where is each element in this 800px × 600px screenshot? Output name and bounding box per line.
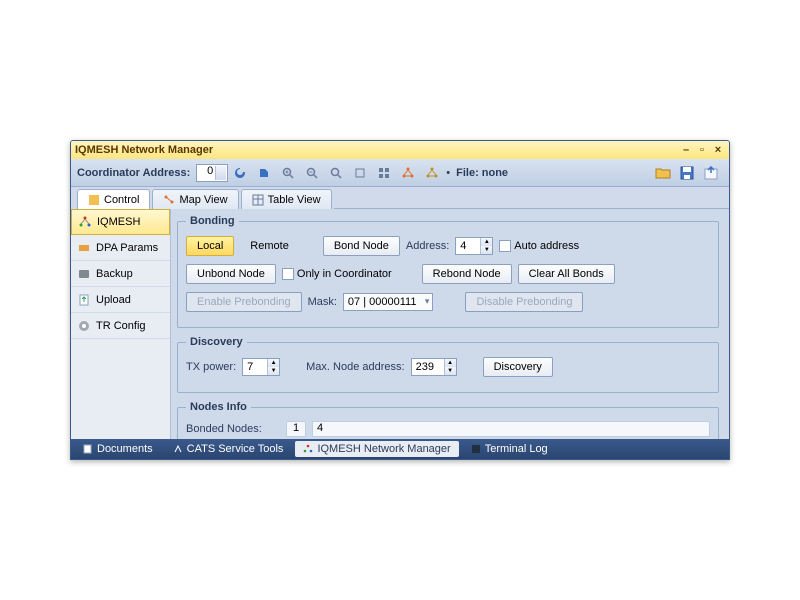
tx-power-label: TX power: [186, 361, 236, 373]
zoom-in-icon[interactable] [279, 164, 297, 182]
documents-icon [83, 444, 93, 454]
sidebar-item-tr-config[interactable]: TR Config [71, 313, 170, 339]
sidebar: IQMESH DPA Params Backup Upload TR Confi… [71, 209, 171, 439]
file-label-dot: • [446, 167, 450, 179]
unbond-node-button[interactable]: Unbond Node [186, 264, 276, 284]
main-panel[interactable]: Bonding Local Remote Bond Node Address: … [171, 209, 729, 439]
discovery-legend: Discovery [186, 336, 247, 348]
content-body: IQMESH DPA Params Backup Upload TR Confi… [71, 209, 729, 439]
sidebar-item-backup[interactable]: Backup [71, 261, 170, 287]
map-tab-icon [163, 194, 175, 206]
zoom-out-icon[interactable] [303, 164, 321, 182]
grid-icon[interactable] [375, 164, 393, 182]
nodes-info-group: Nodes Info Bonded Nodes: 1 4 Discovered … [177, 401, 719, 439]
terminal-icon [471, 444, 481, 454]
discovery-group: Discovery TX power: 7▲▼ Max. Node addres… [177, 336, 719, 393]
status-tab-iqmesh[interactable]: IQMESH Network Manager [295, 441, 458, 457]
network-alt-icon[interactable] [423, 164, 441, 182]
address-input[interactable]: 4▲▼ [455, 237, 493, 255]
sidebar-item-iqmesh[interactable]: IQMESH [71, 209, 170, 235]
close-icon[interactable]: × [711, 143, 725, 157]
settings-icon[interactable] [351, 164, 369, 182]
spin-down-icon[interactable]: ▼ [480, 246, 492, 254]
rebond-node-button[interactable]: Rebond Node [422, 264, 512, 284]
sidebar-item-upload[interactable]: Upload [71, 287, 170, 313]
max-node-input[interactable]: 239▲▼ [411, 358, 457, 376]
cats-icon [173, 444, 183, 454]
app-window: IQMESH Network Manager – ▫ × Coordinator… [70, 140, 730, 460]
main-toolbar: Coordinator Address: 0 • File: none [71, 159, 729, 187]
zoom-fit-icon[interactable] [327, 164, 345, 182]
view-tabs: Control Map View Table View [71, 187, 729, 209]
mask-dropdown[interactable]: 07 | 00000111 [343, 293, 434, 311]
tab-control[interactable]: Control [77, 189, 150, 209]
status-tab-cats[interactable]: CATS Service Tools [165, 441, 292, 457]
discovery-button[interactable]: Discovery [483, 357, 553, 377]
address-label: Address: [406, 240, 449, 252]
statusbar: Documents CATS Service Tools IQMESH Netw… [71, 439, 729, 459]
clear-all-bonds-button[interactable]: Clear All Bonds [518, 264, 615, 284]
status-tab-terminal[interactable]: Terminal Log [463, 441, 556, 457]
remote-button[interactable]: Remote [240, 236, 299, 256]
nodes-info-legend: Nodes Info [186, 401, 251, 413]
coord-address-label: Coordinator Address: [77, 167, 190, 179]
bond-node-button[interactable]: Bond Node [323, 236, 400, 256]
upload-icon [77, 293, 91, 307]
minimize-icon[interactable]: – [679, 143, 693, 157]
tab-table-view[interactable]: Table View [241, 189, 332, 209]
only-in-coordinator-checkbox[interactable]: Only in Coordinator [282, 268, 392, 280]
file-value: none [482, 167, 508, 179]
bonded-nodes-list: 4 [312, 421, 710, 437]
disable-prebonding-button[interactable]: Disable Prebonding [465, 292, 583, 312]
titlebar: IQMESH Network Manager – ▫ × [71, 141, 729, 159]
save-icon[interactable] [677, 163, 697, 183]
control-tab-icon [88, 194, 100, 206]
mask-label: Mask: [308, 296, 337, 308]
bonded-nodes-count: 1 [286, 421, 306, 437]
window-title: IQMESH Network Manager [75, 144, 677, 156]
export-icon[interactable] [701, 163, 721, 183]
enable-prebonding-button[interactable]: Enable Prebonding [186, 292, 302, 312]
backup-icon [77, 267, 91, 281]
network-icon[interactable] [399, 164, 417, 182]
bonding-legend: Bonding [186, 215, 239, 227]
bonded-nodes-label: Bonded Nodes: [186, 423, 286, 435]
restore-icon[interactable]: ▫ [695, 143, 709, 157]
iqmesh-icon [78, 215, 92, 229]
bonding-group: Bonding Local Remote Bond Node Address: … [177, 215, 719, 328]
coord-address-input[interactable]: 0 [196, 164, 228, 182]
local-button[interactable]: Local [186, 236, 234, 256]
auto-address-checkbox[interactable]: Auto address [499, 240, 579, 252]
open-folder-icon[interactable] [653, 163, 673, 183]
sidebar-item-dpa-params[interactable]: DPA Params [71, 235, 170, 261]
dpa-icon [77, 241, 91, 255]
refresh-icon[interactable] [231, 164, 249, 182]
status-tab-documents[interactable]: Documents [75, 441, 161, 457]
file-label: File: [456, 167, 479, 179]
pin-icon[interactable] [255, 164, 273, 182]
table-tab-icon [252, 194, 264, 206]
spin-up-icon[interactable]: ▲ [480, 238, 492, 246]
tx-power-input[interactable]: 7▲▼ [242, 358, 280, 376]
max-node-label: Max. Node address: [306, 361, 404, 373]
iqmesh-status-icon [303, 444, 313, 454]
trconfig-icon [77, 319, 91, 333]
tab-map-view[interactable]: Map View [152, 189, 238, 209]
